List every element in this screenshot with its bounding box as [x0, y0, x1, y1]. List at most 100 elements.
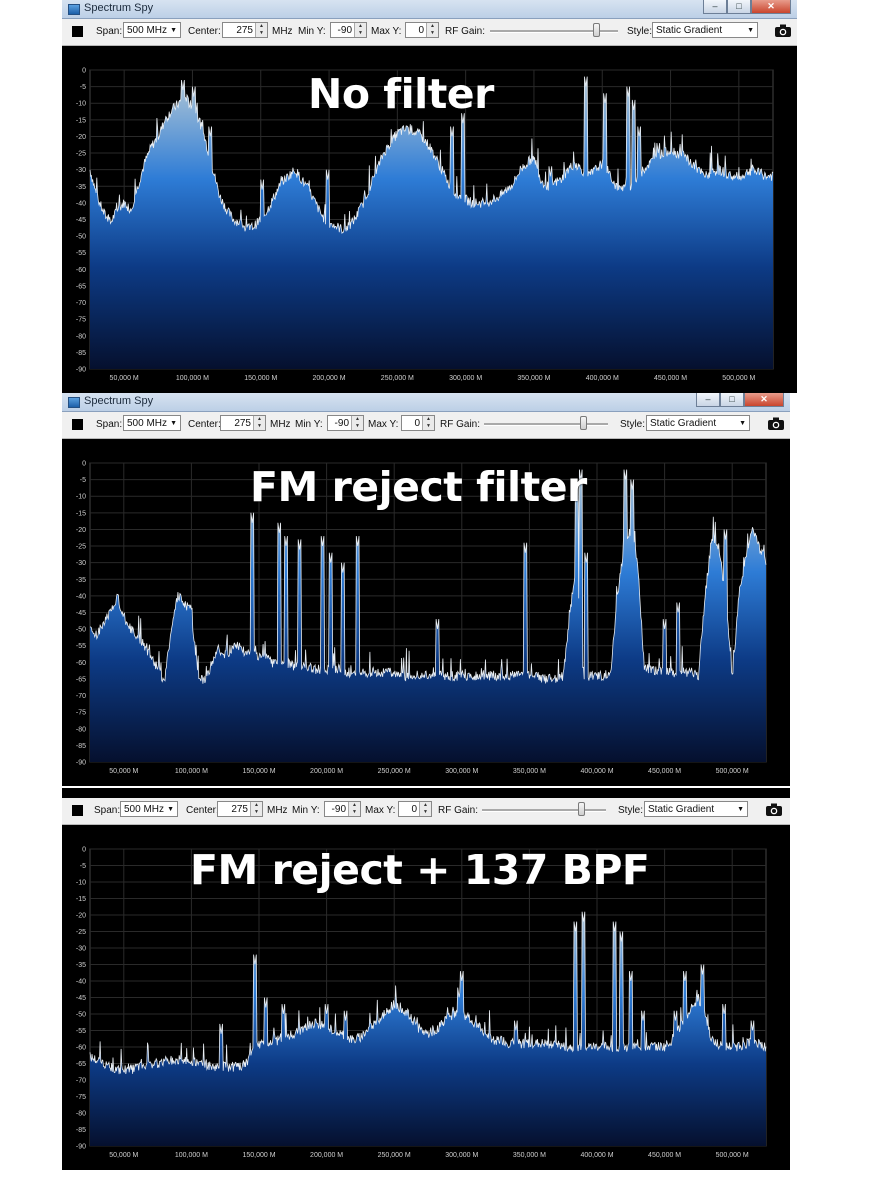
rf-gain-slider[interactable] [482, 809, 606, 812]
min-y-value: -90 [337, 25, 352, 36]
center-input[interactable]: 275 ▲ ▼ [220, 415, 266, 431]
style-dropdown[interactable]: Static Gradient ▼ [652, 22, 758, 38]
max-y-label: Max Y: [371, 26, 402, 37]
y-tick-label: -10 [76, 494, 86, 501]
spinner-arrows-icon[interactable]: ▲ ▼ [348, 802, 360, 816]
y-tick-label: -35 [76, 184, 86, 191]
overlay-title: No filter [308, 70, 494, 118]
span-label: Span: [96, 419, 123, 430]
y-tick-label: -30 [76, 167, 86, 174]
span-dropdown[interactable]: 500 MHz ▼ [123, 415, 181, 431]
x-tick-label: 100,000 M [176, 375, 209, 382]
x-tick-label: 150,000 M [242, 768, 275, 775]
y-tick-label: -40 [76, 200, 86, 207]
spinner-arrows-icon[interactable]: ▲ ▼ [419, 802, 431, 816]
max-y-value: 0 [414, 418, 420, 429]
y-tick-label: -70 [76, 693, 86, 700]
x-tick-label: 500,000 M [716, 768, 749, 775]
rf-gain-label: RF Gain: [445, 26, 486, 37]
camera-icon[interactable] [765, 802, 783, 817]
max-y-input[interactable]: 0 ▲ ▼ [401, 415, 435, 431]
minimize-button[interactable]: – [696, 393, 720, 407]
y-tick-label: -40 [76, 593, 86, 600]
y-tick-label: -65 [76, 676, 86, 683]
center-input[interactable]: 275 ▲ ▼ [222, 22, 268, 38]
x-tick-label: 50,000 M [109, 768, 138, 775]
color-swatch-icon[interactable] [72, 419, 83, 430]
rf-gain-slider-thumb[interactable] [578, 802, 586, 816]
max-y-input[interactable]: 0 ▲ ▼ [398, 801, 432, 817]
rf-gain-slider-thumb[interactable] [593, 23, 601, 37]
y-tick-label: -60 [76, 1045, 86, 1052]
x-tick-label: 250,000 M [378, 768, 411, 775]
close-button[interactable]: ✕ [751, 0, 791, 14]
max-y-input[interactable]: 0 ▲ ▼ [405, 22, 439, 38]
minimize-button[interactable]: – [703, 0, 727, 14]
chevron-down-icon: ▼ [747, 27, 754, 34]
maximize-button[interactable]: □ [727, 0, 751, 14]
spinner-arrows-icon[interactable]: ▲ ▼ [354, 23, 366, 37]
x-tick-label: 300,000 M [445, 768, 478, 775]
min-y-input[interactable]: -90 ▲ ▼ [324, 801, 361, 817]
y-tick-label: -80 [76, 1111, 86, 1118]
y-tick-label: -50 [76, 1012, 86, 1019]
window-title: Spectrum Spy [84, 2, 154, 14]
camera-icon[interactable] [774, 23, 792, 38]
y-tick-label: 0 [82, 461, 86, 468]
y-tick-label: -55 [76, 643, 86, 650]
maximize-button[interactable]: □ [720, 393, 744, 407]
y-tick-label: -60 [76, 267, 86, 274]
y-tick-label: -15 [76, 896, 86, 903]
y-tick-label: -55 [76, 1028, 86, 1035]
span-dropdown[interactable]: 500 MHz ▼ [123, 22, 181, 38]
color-swatch-icon[interactable] [72, 805, 83, 816]
span-dropdown[interactable]: 500 MHz ▼ [120, 801, 178, 817]
center-unit: MHz [270, 419, 291, 430]
x-tick-label: 300,000 M [449, 375, 482, 382]
color-swatch-icon[interactable] [72, 26, 83, 37]
center-label: Center: [188, 26, 221, 37]
y-tick-label: -80 [76, 333, 86, 340]
max-y-value: 0 [411, 804, 417, 815]
spinner-arrows-icon[interactable]: ▲ ▼ [422, 416, 434, 430]
min-y-input[interactable]: -90 ▲ ▼ [330, 22, 367, 38]
style-dropdown[interactable]: Static Gradient ▼ [646, 415, 750, 431]
spinner-arrows-icon[interactable]: ▲ ▼ [253, 416, 265, 430]
style-dropdown[interactable]: Static Gradient ▼ [644, 801, 748, 817]
rf-gain-slider[interactable] [484, 423, 608, 426]
spinner-arrows-icon[interactable]: ▲ ▼ [255, 23, 267, 37]
min-y-input[interactable]: -90 ▲ ▼ [327, 415, 364, 431]
toolbar: Span: 500 MHz ▼ Center: 275 ▲ ▼ MHz Min Y: … [62, 412, 790, 439]
x-tick-label: 200,000 M [310, 1152, 343, 1159]
max-y-label: Max Y: [365, 805, 396, 816]
y-tick-label: 0 [82, 68, 86, 75]
y-tick-label: -25 [76, 151, 86, 158]
y-tick-label: -75 [76, 710, 86, 717]
y-tick-label: -65 [76, 283, 86, 290]
y-tick-label: -65 [76, 1061, 86, 1068]
y-tick-label: -45 [76, 217, 86, 224]
spinner-arrows-icon[interactable]: ▲ ▼ [250, 802, 262, 816]
x-tick-label: 200,000 M [310, 768, 343, 775]
chevron-down-icon: ▼ [739, 420, 746, 427]
camera-icon[interactable] [767, 416, 785, 431]
x-tick-label: 150,000 M [242, 1152, 275, 1159]
overlay-title: FM reject filter [250, 463, 587, 511]
y-tick-label: -15 [76, 117, 86, 124]
x-tick-label: 100,000 M [175, 1152, 208, 1159]
spinner-arrows-icon[interactable]: ▲ ▼ [351, 416, 363, 430]
rf-gain-slider-thumb[interactable] [580, 416, 588, 430]
center-value: 275 [236, 25, 253, 36]
close-button[interactable]: ✕ [744, 393, 784, 407]
y-tick-label: -45 [76, 995, 86, 1002]
center-unit: MHz [272, 26, 293, 37]
center-unit: MHz [267, 805, 288, 816]
app-icon [68, 4, 80, 15]
spectrum-spy-window-1: Spectrum Spy – □ ✕ Span: 500 MHz ▼ Center… [62, 0, 797, 393]
y-tick-label: -50 [76, 627, 86, 634]
max-y-label: Max Y: [368, 419, 399, 430]
x-tick-label: 350,000 M [517, 375, 550, 382]
spinner-arrows-icon[interactable]: ▲ ▼ [426, 23, 438, 37]
y-tick-label: -75 [76, 317, 86, 324]
center-input[interactable]: 275 ▲ ▼ [217, 801, 263, 817]
